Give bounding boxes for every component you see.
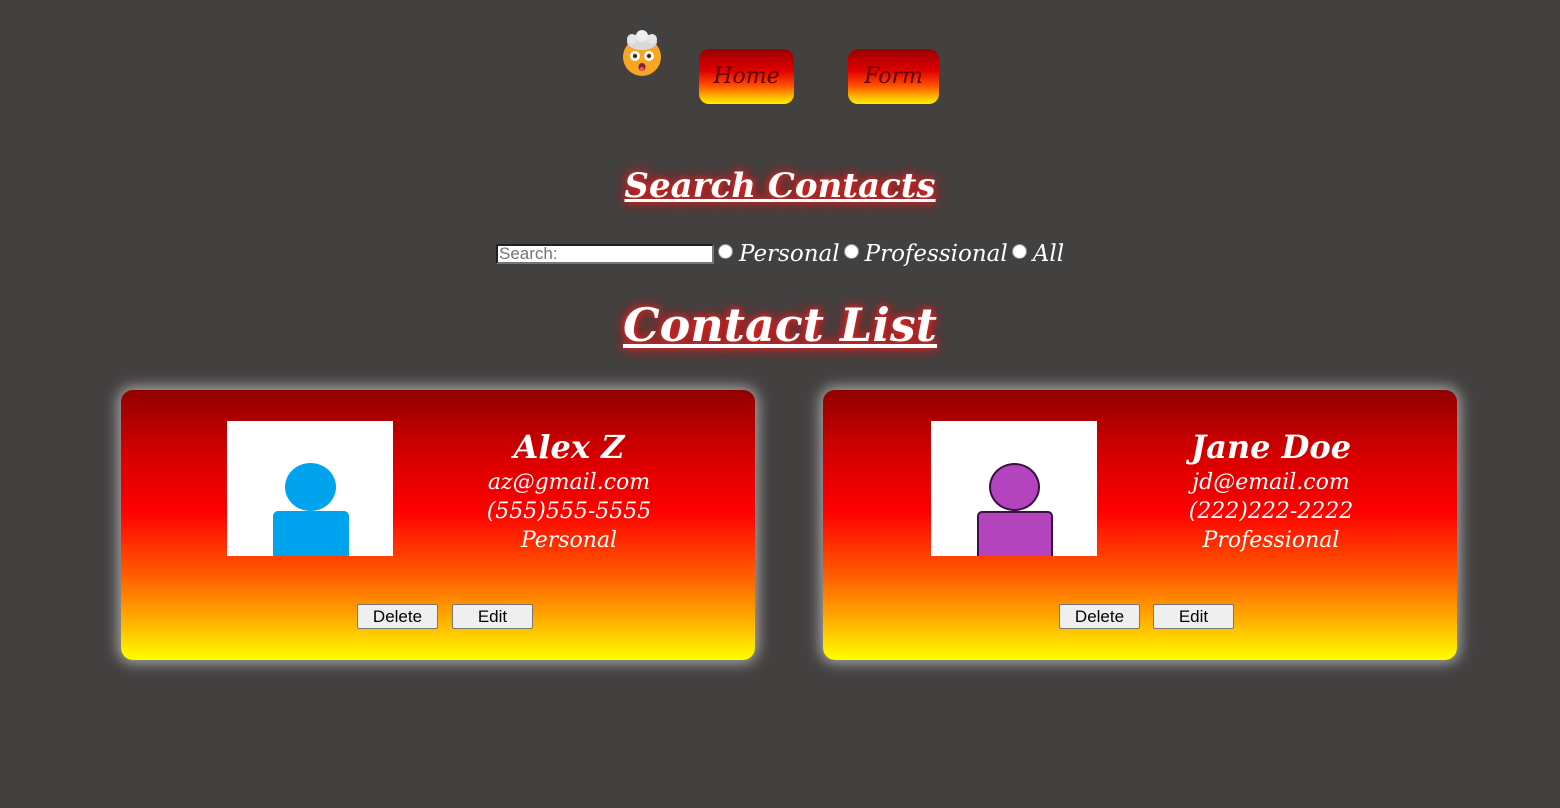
avatar-body-shape xyxy=(273,511,349,556)
filter-professional-label: Professional xyxy=(864,241,1008,267)
avatar-head-shape xyxy=(989,463,1040,511)
filter-all-radio[interactable] xyxy=(1011,243,1027,259)
contact-type: Professional xyxy=(1202,528,1340,553)
nav-form-link[interactable]: Form xyxy=(848,49,939,104)
nav-home-label: Home xyxy=(713,64,780,89)
contact-type: Personal xyxy=(520,528,618,553)
avatar xyxy=(931,421,1097,556)
contact-card: Jane Doe jd@email.com (222)222-2222 Prof… xyxy=(823,390,1457,660)
avatar-body-shape xyxy=(977,511,1053,556)
contact-info: Jane Doe jd@email.com (222)222-2222 Prof… xyxy=(1151,426,1391,555)
nav-home-link[interactable]: Home xyxy=(699,49,794,104)
edit-button[interactable]: Edit xyxy=(1153,604,1234,629)
filter-professional-radio[interactable] xyxy=(843,243,859,259)
delete-button[interactable]: Delete xyxy=(1059,604,1140,629)
nav-form-label: Form xyxy=(864,64,923,89)
contact-email: jd@email.com xyxy=(1192,470,1350,495)
contact-phone: (222)222-2222 xyxy=(1188,499,1354,524)
filter-all-label: All xyxy=(1032,241,1065,267)
search-input[interactable] xyxy=(496,244,714,264)
edit-button[interactable]: Edit xyxy=(452,604,533,629)
contact-email: az@gmail.com xyxy=(487,470,651,495)
logo-icon xyxy=(619,30,665,76)
contact-name: Jane Doe xyxy=(1190,428,1352,466)
contact-list-heading: Contact List xyxy=(622,298,938,352)
contact-card: Alex Z az@gmail.com (555)555-5555 Person… xyxy=(121,390,755,660)
filter-personal-label: Personal xyxy=(739,241,840,267)
filter-personal-radio[interactable] xyxy=(718,243,733,259)
avatar xyxy=(227,421,393,556)
contact-info: Alex Z az@gmail.com (555)555-5555 Person… xyxy=(449,426,689,555)
search-row: Personal Professional All xyxy=(496,240,1064,268)
delete-button[interactable]: Delete xyxy=(357,604,438,629)
search-heading: Search Contacts xyxy=(624,166,936,206)
contact-name: Alex Z xyxy=(513,428,625,466)
avatar-head-shape xyxy=(285,463,336,511)
contact-phone: (555)555-5555 xyxy=(486,499,652,524)
